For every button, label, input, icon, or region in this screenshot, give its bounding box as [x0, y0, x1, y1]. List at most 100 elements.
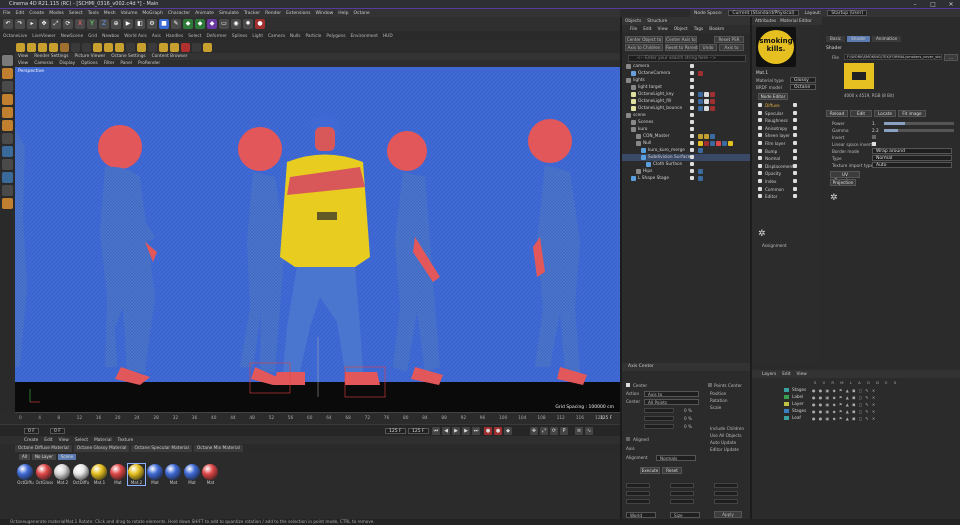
node-space-select[interactable]: Current (Standard/Physical)	[728, 10, 799, 16]
gamma-slider[interactable]	[884, 129, 954, 132]
bend-icon[interactable]: ◆	[207, 19, 217, 29]
timeline-icon[interactable]: ≡	[575, 427, 583, 435]
tree-row[interactable]: light target	[622, 84, 750, 91]
visibility-toggle[interactable]	[690, 92, 694, 96]
octane-live-icon[interactable]: ●	[255, 19, 265, 29]
octane-tool-particle[interactable]: Particle	[306, 34, 322, 39]
channel-row[interactable]: Sheen layer	[755, 132, 815, 139]
brdf-select[interactable]: Octane	[790, 84, 816, 90]
tree-row[interactable]: L Shape Stage	[622, 175, 750, 182]
coord-system-icon[interactable]: ⊕	[111, 19, 121, 29]
layer-row[interactable]: Stages ● ● ▣ ◆ ⚑ ▲ ◼ ◻ ✎ ✕	[782, 387, 960, 393]
menu-item-tools[interactable]: Tools	[88, 11, 99, 16]
mode-icon[interactable]	[203, 42, 212, 52]
center-select[interactable]: All Points	[644, 399, 699, 405]
mode-icon[interactable]	[27, 42, 36, 52]
option-use-all-objects[interactable]: Use All Objects	[710, 433, 742, 438]
object-tag[interactable]	[710, 134, 715, 139]
axis-to-button[interactable]: Axis to	[719, 44, 744, 51]
tree-row[interactable]: Scenes	[622, 119, 750, 126]
layer-row[interactable]: Stages ● ● ▣ ◆ ⚑ ▲ ◼ ◻ ✎ ✕	[782, 408, 960, 414]
menu-item-volume[interactable]: Volume	[121, 11, 138, 16]
file-browse-button[interactable]: ...	[944, 54, 958, 61]
frame-current-field[interactable]: 0 F	[50, 428, 65, 434]
array-icon[interactable]: ◆	[195, 19, 205, 29]
undo-button[interactable]: Undo	[699, 44, 717, 51]
tree-row[interactable]: OctaneCamera	[622, 70, 750, 77]
channel-row[interactable]: Index	[755, 178, 815, 185]
menu-item-select[interactable]: Select	[69, 11, 83, 16]
material-filter-no-layer[interactable]: No Layer	[31, 453, 56, 460]
channel-row[interactable]: Common	[755, 186, 815, 193]
viewport-menu-item-prorender[interactable]: ProRender	[138, 61, 160, 66]
objects-menu-item-file[interactable]: File	[630, 27, 637, 32]
material-menu-item-material[interactable]: Material	[94, 438, 111, 443]
viewport-menu-item-view[interactable]: View	[18, 61, 28, 66]
layer-row[interactable]: Layer ● ● ▣ ◆ ⚑ ▲ ◼ ◻ ✎ ✕	[782, 401, 960, 407]
lock-icon[interactable]	[2, 185, 13, 196]
slider-z[interactable]	[644, 424, 674, 429]
axis-children-button[interactable]: Axis to Children	[625, 44, 663, 51]
power-value[interactable]: 1.	[872, 121, 876, 126]
prev-key-icon[interactable]: ◀	[442, 427, 450, 435]
material-menu-item-texture[interactable]: Texture	[118, 438, 134, 443]
texproj-select[interactable]: Auto	[872, 162, 952, 168]
reload-button[interactable]: Reload	[826, 110, 848, 117]
channel-row[interactable]: Editor	[755, 193, 815, 200]
visibility-toggle[interactable]	[690, 155, 694, 159]
keyframe-icon[interactable]: ◆	[504, 427, 512, 435]
visibility-toggle[interactable]	[690, 176, 694, 180]
channel-row[interactable]: Specular	[755, 110, 815, 117]
snap-icon[interactable]	[2, 172, 13, 183]
octane-tool-handles[interactable]: Handles	[166, 34, 183, 39]
timeline[interactable]: 0 4 8 12 16 20 24 28 32 36 40 44 48 52 56 60 64 68 72 76 80 8…	[15, 412, 620, 424]
layer-toggles[interactable]: ● ● ▣ ◆ ⚑ ▲ ◼ ◻ ✎ ✕	[812, 402, 876, 407]
object-tag[interactable]	[698, 169, 703, 174]
play-icon[interactable]: ▶	[452, 427, 460, 435]
menu-item-create[interactable]: Create	[29, 11, 44, 16]
points-center-checkbox[interactable]	[708, 383, 712, 387]
gamma-value[interactable]: 2.2	[872, 128, 879, 133]
object-tag[interactable]	[698, 148, 703, 153]
viewport-menu-item-filter[interactable]: Filter	[104, 61, 115, 66]
mode-icon[interactable]	[38, 42, 47, 52]
scale-icon[interactable]: ⤢	[51, 19, 61, 29]
octane-tool-deformer[interactable]: Deformer	[206, 34, 226, 39]
visibility-toggle[interactable]	[690, 148, 694, 152]
linear-checkbox[interactable]	[872, 142, 876, 146]
render-view-icon[interactable]: ▶	[123, 19, 133, 29]
channel-checkbox[interactable]	[793, 156, 797, 161]
material-swatch[interactable]: Mat.2	[127, 463, 146, 486]
reset-button[interactable]: Reset	[662, 467, 682, 474]
shader-tab-shader[interactable]: Shader	[847, 36, 870, 42]
channel-row[interactable]: Normal	[755, 155, 815, 162]
material-menu-item-create[interactable]: Create	[24, 438, 38, 443]
channel-row[interactable]: Film layer	[755, 140, 815, 147]
layer-row[interactable]: Label ● ● ▣ ◆ ⚑ ▲ ◼ ◻ ✎ ✕	[782, 394, 960, 400]
minimize-button[interactable]: –	[906, 0, 924, 9]
object-tag[interactable]	[710, 99, 715, 104]
visibility-toggle[interactable]	[690, 99, 694, 103]
slider-y[interactable]	[644, 416, 674, 421]
object-tag[interactable]	[698, 134, 703, 139]
mode-icon[interactable]	[148, 42, 157, 52]
material-swatch[interactable]: Mat	[146, 464, 164, 485]
octane-tool-light[interactable]: Light	[252, 34, 263, 39]
mode-icon[interactable]	[16, 42, 25, 52]
action-select[interactable]: Axis to	[644, 391, 699, 397]
layer-color[interactable]	[784, 388, 789, 392]
mode-icon[interactable]	[115, 42, 124, 52]
visibility-toggle[interactable]	[690, 78, 694, 82]
channel-row[interactable]: Diffuse	[755, 102, 815, 109]
material-swatch[interactable]: Mat.1	[91, 464, 108, 485]
material-menu-item-edit[interactable]: Edit	[44, 438, 52, 443]
octane-tool-newscene[interactable]: NewScene	[61, 34, 83, 39]
y-axis-icon[interactable]: Y	[87, 19, 97, 29]
material-tab-octane-glossy-material[interactable]: Octane Glossy Material	[73, 444, 130, 452]
alignment-select[interactable]: Normals	[656, 455, 696, 461]
material-filter-scene[interactable]: Scene	[57, 453, 77, 460]
mode-icon[interactable]	[82, 42, 91, 52]
menu-item-render[interactable]: Render	[265, 11, 281, 16]
projection-button[interactable]: Projection	[830, 179, 856, 186]
objects-tab-objects[interactable]: Objects	[625, 19, 641, 24]
